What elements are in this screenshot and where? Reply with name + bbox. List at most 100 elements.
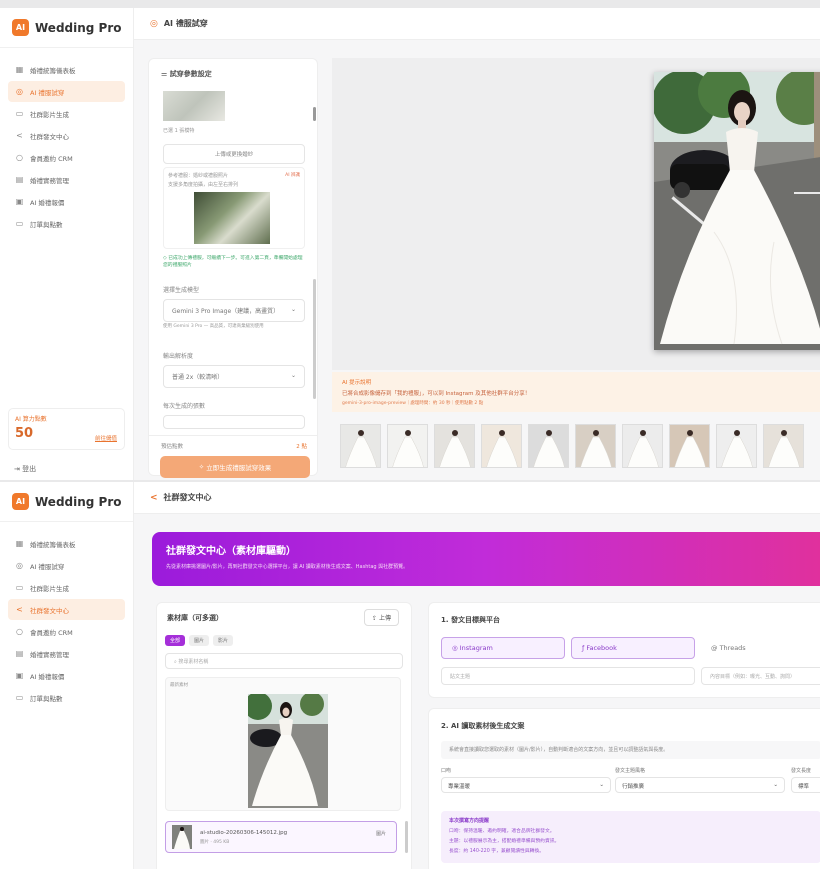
platform-title: 1. 發文目標與平台 xyxy=(441,616,500,624)
sidebar-item-4[interactable]: ○ 會員邀約 CRM xyxy=(8,147,125,168)
sidebar-item-label: 社群影片生成 xyxy=(30,110,69,119)
library-image[interactable] xyxy=(248,694,328,808)
brand[interactable]: AI Wedding Pro xyxy=(0,8,133,48)
sidebar-item-7[interactable]: ▭ 訂單與點數 xyxy=(8,687,125,708)
doc-icon: ▤ xyxy=(15,649,24,658)
sidebar-item-6[interactable]: ▣ AI 婚禮報價 xyxy=(8,191,125,212)
sparkle-icon: ✧ xyxy=(198,463,207,471)
sidebar-item-label: 社群影片生成 xyxy=(30,584,69,593)
target-input[interactable]: 內容目標（例如：曝光、互動、詢問） xyxy=(701,667,820,685)
dress-hint-title: 參考禮服：婚紗或禮服照片 xyxy=(168,173,229,179)
result-thumbnail[interactable] xyxy=(387,424,428,468)
upload-dress-button[interactable]: 上傳或更換婚紗 xyxy=(163,144,305,164)
result-thumbnail[interactable] xyxy=(340,424,381,468)
filter-all[interactable]: 全部 xyxy=(165,635,186,646)
banner-title: 社群發文中心（素材庫驅動） xyxy=(166,546,296,557)
result-thumbnail[interactable] xyxy=(669,424,710,468)
chevron-down-icon: ⌄ xyxy=(599,782,604,788)
selected-media-item[interactable]: ai-studio-20260306-145012.jpg 圖片 · 495 K… xyxy=(165,821,397,853)
generate-button[interactable]: ✧ 立即生成禮服試穿效果 xyxy=(160,456,310,478)
topic-input[interactable]: 貼文主題 xyxy=(441,667,695,685)
library-title: 素材庫（可多選） xyxy=(167,614,223,622)
ai-notice: AI 提示說明 已將合成影像儲存到「我的禮服」，可以到 Instagram 及其… xyxy=(332,372,820,412)
hero-banner: 社群發文中心（素材庫驅動） 先從素材庫挑選圖片/影片，再到社群發文中心選擇平台，… xyxy=(152,532,820,586)
tone-select[interactable]: 專業溫暖 ⌄ xyxy=(441,777,611,793)
result-thumbnail[interactable] xyxy=(622,424,663,468)
sidebar-item-label: 婚禮實務管理 xyxy=(30,176,69,185)
sidebar-item-3[interactable]: < 社群發文中心 xyxy=(8,599,125,620)
sidebar-item-label: 訂單與點數 xyxy=(30,220,63,229)
logout-button[interactable]: ⇥ 登出 xyxy=(14,464,36,474)
chevron-down-icon: ⌄ xyxy=(290,306,296,313)
tip-line: 長度：約 140-220 字，兼顧閱讀性與轉換。 xyxy=(449,849,545,854)
copywriting-card: 2. AI 讀取素材後生成文案 系統會直接讀取您選取的素材（圖片/影片），自動判… xyxy=(428,708,820,869)
sidebar-item-label: AI 婚禮報價 xyxy=(30,198,65,207)
sidebar-item-4[interactable]: ○ 會員邀約 CRM xyxy=(8,621,125,642)
result-thumbnail[interactable] xyxy=(528,424,569,468)
tryon-result-image[interactable] xyxy=(654,72,820,350)
scrollbar[interactable] xyxy=(313,107,316,121)
file-name: ai-studio-20260306-145012.jpg xyxy=(200,829,288,836)
brand-logo-icon: AI xyxy=(12,19,29,36)
model-caption: 已選 1 張模特 xyxy=(163,128,195,134)
sidebar-item-3[interactable]: < 社群發文中心 xyxy=(8,125,125,146)
sidebar-item-1[interactable]: ◎ AI 禮服試穿 xyxy=(8,555,125,576)
brand-logo-icon: AI xyxy=(12,493,29,510)
resolution-label: 輸出解析度 xyxy=(163,353,194,360)
tone-label: 口吻 xyxy=(441,768,452,774)
scrollbar-thumb[interactable] xyxy=(313,279,316,399)
result-thumbnail[interactable] xyxy=(575,424,616,468)
calc-icon: ▣ xyxy=(15,671,24,680)
filter-image[interactable]: 圖片 xyxy=(189,635,210,646)
sidebar-item-label: 會員邀約 CRM xyxy=(30,628,73,637)
platform-facebook[interactable]: ƒ Facebook xyxy=(571,637,695,659)
copy-description: 系統會直接讀取您選取的素材（圖片/影片），自動判斷適合的文案方向，並且可以調整語… xyxy=(441,741,820,759)
model-thumbnail[interactable] xyxy=(163,91,225,121)
threads-icon: @ xyxy=(711,644,720,652)
result-thumbnail[interactable] xyxy=(481,424,522,468)
sidebar-item-label: AI 婚禮報價 xyxy=(30,672,65,681)
share-icon: < xyxy=(16,131,23,140)
video-icon: ▭ xyxy=(15,583,24,592)
file-type: 圖片 xyxy=(375,831,386,837)
result-thumbnail[interactable] xyxy=(434,424,475,468)
platform-threads[interactable]: @ Threads xyxy=(701,637,820,659)
length-select[interactable]: 標準 xyxy=(791,777,820,793)
style-select[interactable]: 行銷推廣 ⌄ xyxy=(615,777,785,793)
filter-video[interactable]: 影片 xyxy=(213,635,234,646)
library-search-input[interactable]: ⌕ 搜尋素材名稱 xyxy=(165,653,403,669)
dress-thumbnail[interactable] xyxy=(194,192,270,244)
upload-button[interactable]: ⇪ 上傳 xyxy=(364,609,399,626)
tryon-settings-panel: ⚌ 試穿參數設定 已選 1 張模特 上傳或更換婚紗 參考禮服：婚紗或禮服照片 AI… xyxy=(148,58,318,476)
brand[interactable]: AI Wedding Pro xyxy=(0,482,133,522)
file-meta: 圖片 · 495 KB xyxy=(200,839,230,845)
sidebar-item-5[interactable]: ▤ 婚禮實務管理 xyxy=(8,169,125,190)
share-icon: < xyxy=(16,605,23,614)
count-select[interactable] xyxy=(163,415,305,429)
sidebar-item-1[interactable]: ◎ AI 禮服試穿 xyxy=(8,81,125,102)
top-bar: < 社群發文中心 xyxy=(134,482,820,514)
result-thumbnail[interactable] xyxy=(763,424,804,468)
banner-subtitle: 先從素材庫挑選圖片/影片，再到社群發文中心選擇平台，讓 AI 讀取素材後生成文案… xyxy=(166,564,409,570)
sidebar-item-label: 訂單與點數 xyxy=(30,694,63,703)
page-title: AI 禮服試穿 xyxy=(163,19,208,28)
settings-title: ⚌ 試穿參數設定 xyxy=(161,70,212,78)
model-select[interactable]: Gemini 3 Pro Image（建議，高畫質） ⌄ xyxy=(163,299,305,322)
sidebar-item-6[interactable]: ▣ AI 婚禮報價 xyxy=(8,665,125,686)
sidebar-item-0[interactable]: ▦ 婚禮統籌儀表板 xyxy=(8,533,125,554)
media-library: 素材庫（可多選） ⇪ 上傳 全部 圖片 影片 ⌕ 搜尋素材名稱 最新素材 ai-… xyxy=(156,602,412,869)
result-thumbnail[interactable] xyxy=(716,424,757,468)
tips-box: 本次撰寫方向提醒 口吻：保持溫暖、邀約明確，適合品牌社群發文。 主題：以禮服展示… xyxy=(441,811,820,863)
top-up-link[interactable]: 前往儲值 xyxy=(95,434,117,442)
resolution-select[interactable]: 普通 2x（較清晰） ⌄ xyxy=(163,365,305,388)
sidebar-item-2[interactable]: ▭ 社群影片生成 xyxy=(8,103,125,124)
sidebar-item-7[interactable]: ▭ 訂單與點數 xyxy=(8,213,125,234)
sidebar-item-label: 社群發文中心 xyxy=(30,132,69,141)
grid-label: 最新素材 xyxy=(170,683,188,688)
sidebar-item-5[interactable]: ▤ 婚禮實務管理 xyxy=(8,643,125,664)
library-scrollbar[interactable] xyxy=(405,821,408,853)
platform-instagram[interactable]: ◎ Instagram xyxy=(441,637,565,659)
sidebar-item-2[interactable]: ▭ 社群影片生成 xyxy=(8,577,125,598)
sidebar-item-0[interactable]: ▦ 婚禮統籌儀表板 xyxy=(8,59,125,80)
sidebar-item-label: AI 禮服試穿 xyxy=(30,88,65,97)
